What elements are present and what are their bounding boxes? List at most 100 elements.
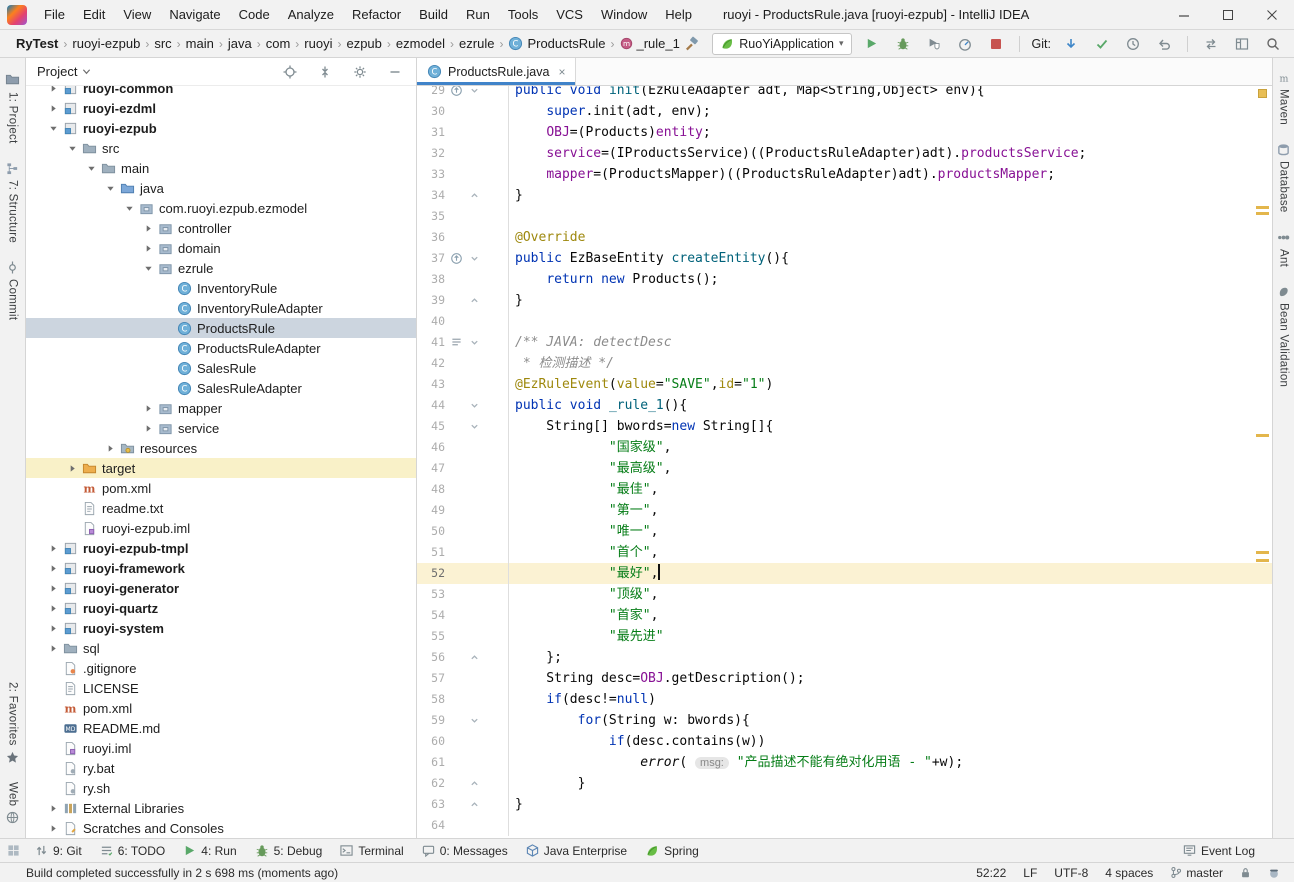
update-project-button[interactable] (1060, 33, 1082, 55)
menu-analyze[interactable]: Analyze (279, 0, 343, 29)
tree-item-inventoryruleadapter[interactable]: CInventoryRuleAdapter (26, 298, 416, 318)
tree-item-gitignore[interactable]: .gitignore (26, 658, 416, 678)
fold-marker-icon[interactable] (467, 710, 481, 731)
collapsed-arrow-icon[interactable] (46, 604, 61, 613)
code-line-64[interactable]: 64 (417, 815, 1272, 836)
code-line-57[interactable]: 57 String desc=OBJ.getDescription(); (417, 668, 1272, 689)
menu-run[interactable]: Run (457, 0, 499, 29)
tree-item-ezrule[interactable]: ezrule (26, 258, 416, 278)
code-line-43[interactable]: 43@EzRuleEvent(value="SAVE",id="1") (417, 374, 1272, 395)
breadcrumb-item-com[interactable]: com (264, 36, 293, 51)
tool-java-enterprise-button[interactable]: Java Enterprise (517, 839, 636, 863)
code-line-49[interactable]: 49 "第一", (417, 500, 1272, 521)
code-line-42[interactable]: 42 * 检测描述 */ (417, 353, 1272, 374)
tree-item-readme-md[interactable]: MDREADME.md (26, 718, 416, 738)
code-line-34[interactable]: 34} (417, 185, 1272, 206)
code-line-61[interactable]: 61 error( msg: "产品描述不能有绝对化用语 - "+w); (417, 752, 1272, 773)
editor-tab-productsrule[interactable]: C ProductsRule.java × (417, 58, 576, 85)
code-line-58[interactable]: 58 if(desc!=null) (417, 689, 1272, 710)
code-line-51[interactable]: 51 "首个", (417, 542, 1272, 563)
tree-item-ruoyi-ezpub[interactable]: ruoyi-ezpub (26, 118, 416, 138)
tree-item-resources[interactable]: resources (26, 438, 416, 458)
fold-marker-icon[interactable] (467, 395, 481, 416)
build-button[interactable] (681, 33, 703, 55)
collapsed-arrow-icon[interactable] (65, 464, 80, 473)
collapsed-arrow-icon[interactable] (141, 404, 156, 413)
docr-gutter-icon[interactable] (445, 332, 467, 353)
status-widget-52-22[interactable]: 52:22 (976, 866, 1006, 880)
compare-button[interactable] (1200, 33, 1222, 55)
tree-item-productsruleadapter[interactable]: CProductsRuleAdapter (26, 338, 416, 358)
collapsed-arrow-icon[interactable] (46, 824, 61, 833)
git-branch-widget[interactable]: master (1170, 866, 1223, 880)
tool-git-button[interactable]: 9: Git (26, 839, 91, 863)
debug-button[interactable] (892, 33, 914, 55)
code-line-56[interactable]: 56 }; (417, 647, 1272, 668)
tree-item-pom-xml[interactable]: mpom.xml (26, 698, 416, 718)
close-button[interactable] (1250, 0, 1294, 29)
run-button[interactable] (861, 33, 883, 55)
breadcrumb-item-ruoyi-ezpub[interactable]: ruoyi-ezpub (70, 36, 142, 51)
collapsed-arrow-icon[interactable] (141, 244, 156, 253)
tree-item-readme-txt[interactable]: readme.txt (26, 498, 416, 518)
fold-marker-icon[interactable] (467, 86, 481, 101)
tree-item-main[interactable]: main (26, 158, 416, 178)
code-line-40[interactable]: 40 (417, 311, 1272, 332)
tree-item-ry-bat[interactable]: ry.bat (26, 758, 416, 778)
tree-item-ruoyi-ezpub-tmpl[interactable]: ruoyi-ezpub-tmpl (26, 538, 416, 558)
breadcrumb-item-ezpub[interactable]: ezpub (344, 36, 383, 51)
tool-stripe-2-favorites[interactable]: 2: Favorites (6, 673, 19, 773)
code-line-31[interactable]: 31 OBJ=(Products)entity; (417, 122, 1272, 143)
code-line-46[interactable]: 46 "国家级", (417, 437, 1272, 458)
tool-stripe-database[interactable]: Database (1277, 134, 1290, 222)
menu-edit[interactable]: Edit (74, 0, 114, 29)
restore-layout-button[interactable] (1231, 33, 1253, 55)
tree-item-target[interactable]: target (26, 458, 416, 478)
minimize-button[interactable] (1162, 0, 1206, 29)
code-line-37[interactable]: 37public EzBaseEntity createEntity(){ (417, 248, 1272, 269)
collapsed-arrow-icon[interactable] (103, 444, 118, 453)
code-line-52[interactable]: 52 "最好", (417, 563, 1272, 584)
tree-item-ruoyi-iml[interactable]: ruoyi.iml (26, 738, 416, 758)
tree-item-sql[interactable]: sql (26, 638, 416, 658)
expanded-arrow-icon[interactable] (122, 204, 137, 213)
expanded-arrow-icon[interactable] (84, 164, 99, 173)
maximize-button[interactable] (1206, 0, 1250, 29)
tool-terminal-button[interactable]: Terminal (331, 839, 412, 863)
code-line-30[interactable]: 30 super.init(adt, env); (417, 101, 1272, 122)
menu-vcs[interactable]: VCS (547, 0, 592, 29)
fold-marker-icon[interactable] (467, 332, 481, 353)
search-everywhere-button[interactable] (1262, 33, 1284, 55)
collapsed-arrow-icon[interactable] (46, 804, 61, 813)
tree-item-inventoryrule[interactable]: CInventoryRule (26, 278, 416, 298)
tree-item-ruoyi-ezpub-iml[interactable]: ruoyi-ezpub.iml (26, 518, 416, 538)
tool-stripe-ant[interactable]: Ant (1277, 222, 1290, 276)
tree-item-salesrule[interactable]: CSalesRule (26, 358, 416, 378)
code-line-44[interactable]: 44public void _rule_1(){ (417, 395, 1272, 416)
breadcrumb-item-productsrule[interactable]: CProductsRule (506, 36, 607, 51)
expanded-arrow-icon[interactable] (103, 184, 118, 193)
tree-item-ruoyi-generator[interactable]: ruoyi-generator (26, 578, 416, 598)
commit-changes-button[interactable] (1091, 33, 1113, 55)
tree-item-controller[interactable]: controller (26, 218, 416, 238)
collapsed-arrow-icon[interactable] (46, 564, 61, 573)
run-config-selector[interactable]: RuoYiApplication▾ (712, 33, 851, 55)
fold-marker-icon[interactable] (467, 248, 481, 269)
menu-refactor[interactable]: Refactor (343, 0, 410, 29)
code-line-33[interactable]: 33 mapper=(ProductsMapper)((ProductsRule… (417, 164, 1272, 185)
code-line-50[interactable]: 50 "唯一", (417, 521, 1272, 542)
fold-marker-icon[interactable] (467, 647, 481, 668)
code-editor[interactable]: 29public void init(EzRuleAdapter adt, Ma… (417, 86, 1272, 838)
code-line-35[interactable]: 35 (417, 206, 1272, 227)
tree-item-ry-sh[interactable]: ry.sh (26, 778, 416, 798)
tool-window-switcher-icon[interactable] (0, 844, 26, 857)
status-widget-lf[interactable]: LF (1023, 866, 1037, 880)
tree-item-license[interactable]: LICENSE (26, 678, 416, 698)
expanded-arrow-icon[interactable] (141, 264, 156, 273)
collapsed-arrow-icon[interactable] (141, 224, 156, 233)
breadcrumb-item-ruoyi[interactable]: ruoyi (302, 36, 334, 51)
tree-item-ruoyi-quartz[interactable]: ruoyi-quartz (26, 598, 416, 618)
menu-build[interactable]: Build (410, 0, 457, 29)
view-options-button[interactable] (349, 61, 371, 83)
code-line-55[interactable]: 55 "最先进" (417, 626, 1272, 647)
